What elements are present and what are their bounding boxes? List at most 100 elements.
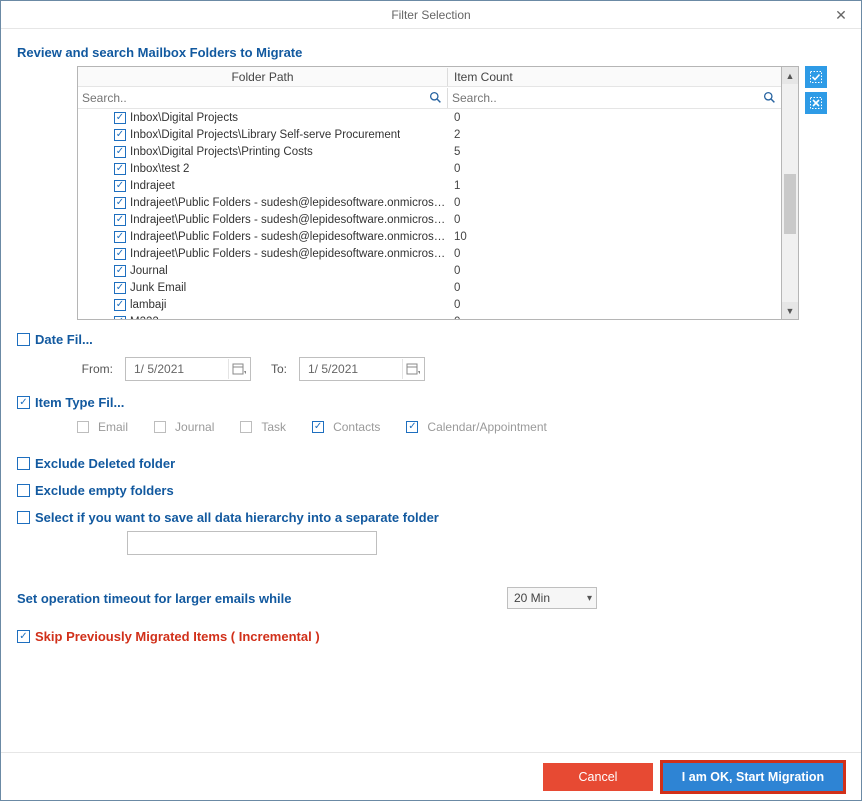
item-types-row: Email Journal Task Contacts Calendar/App… [77,420,845,434]
svg-text:▾: ▾ [244,370,246,376]
table-row[interactable]: Inbox\Digital Projects\Library Self-serv… [78,126,781,143]
save-hierarchy-label: Select if you want to save all data hier… [35,510,439,525]
exclude-empty-label: Exclude empty folders [35,483,174,498]
to-label: To: [263,362,287,376]
svg-text:▾: ▾ [418,370,420,376]
table-row[interactable]: Junk Email0 [78,279,781,296]
folder-path-text: Indrajeet\Public Folders - sudesh@lepide… [130,231,448,243]
search-item-count[interactable] [448,88,781,108]
timeout-value: 20 Min [514,591,550,605]
folder-path-text: Inbox\Digital Projects\Library Self-serv… [130,129,400,141]
scroll-track[interactable] [782,84,798,302]
table-row[interactable]: Inbox\Digital Projects0 [78,109,781,126]
table-row[interactable]: Indrajeet\Public Folders - sudesh@lepide… [78,211,781,228]
grid-body: Inbox\Digital Projects0Inbox\Digital Pro… [78,109,781,319]
hierarchy-folder-input[interactable] [127,531,377,555]
search-folder-path[interactable] [78,88,447,108]
journal-checkbox[interactable] [154,421,166,433]
row-checkbox[interactable] [114,214,126,226]
folder-path-text: Inbox\test 2 [130,163,189,175]
table-row[interactable]: Inbox\Digital Projects\Printing Costs5 [78,143,781,160]
search-icon[interactable] [429,91,443,105]
vertical-scrollbar[interactable]: ▲ ▼ [782,66,799,320]
row-checkbox[interactable] [114,248,126,260]
timeout-select[interactable]: 20 Min ▾ [507,587,597,609]
row-checkbox[interactable] [114,265,126,277]
folder-path-text: M222 [130,316,159,320]
search-icon[interactable] [763,91,777,105]
table-row[interactable]: Indrajeet\Public Folders - sudesh@lepide… [78,194,781,211]
skip-migrated-checkbox[interactable] [17,630,30,643]
table-row[interactable]: Journal0 [78,262,781,279]
cell-folder-path: Inbox\test 2 [78,163,448,175]
row-checkbox[interactable] [114,299,126,311]
side-actions [805,66,827,114]
cell-folder-path: Inbox\Digital Projects [78,112,448,124]
from-label: From: [77,362,113,376]
row-checkbox[interactable] [114,180,126,192]
cell-folder-path: Indrajeet\Public Folders - sudesh@lepide… [78,231,448,243]
folder-path-text: Junk Email [130,282,186,294]
folder-path-text: Indrajeet [130,180,175,192]
folder-grid: Folder Path Item Count Inbox\Digital [77,66,782,320]
grid-filter-row [78,87,781,109]
deselect-all-button[interactable] [805,92,827,114]
folder-path-text: Inbox\Digital Projects\Printing Costs [130,146,313,158]
scroll-up-button[interactable]: ▲ [782,67,798,84]
filter-count-cell [448,88,781,108]
cell-folder-path: Indrajeet [78,180,448,192]
scroll-down-button[interactable]: ▼ [782,302,798,319]
item-type-filter-checkbox[interactable] [17,396,30,409]
to-date-input[interactable]: 1/ 5/2021 ▾ [299,357,425,381]
cell-item-count: 0 [448,163,781,175]
type-task: Task [240,420,286,434]
task-label: Task [261,420,286,434]
save-hierarchy-checkbox[interactable] [17,511,30,524]
folder-path-text: Indrajeet\Public Folders - sudesh@lepide… [130,197,448,209]
header-folder-path[interactable]: Folder Path [78,68,448,86]
cell-item-count: 0 [448,214,781,226]
table-row[interactable]: M2220 [78,313,781,319]
row-checkbox[interactable] [114,197,126,209]
table-row[interactable]: Indrajeet\Public Folders - sudesh@lepide… [78,228,781,245]
row-checkbox[interactable] [114,231,126,243]
date-filter-checkbox[interactable] [17,333,30,346]
task-checkbox[interactable] [240,421,252,433]
grid-header: Folder Path Item Count [78,67,781,87]
row-checkbox[interactable] [114,163,126,175]
select-all-button[interactable] [805,66,827,88]
table-row[interactable]: Inbox\test 2 0 [78,160,781,177]
email-label: Email [98,420,128,434]
from-date-input[interactable]: 1/ 5/2021 ▾ [125,357,251,381]
table-row[interactable]: Indrajeet\Public Folders - sudesh@lepide… [78,245,781,262]
cell-folder-path: lambaji [78,299,448,311]
exclude-deleted-checkbox[interactable] [17,457,30,470]
exclude-empty-option: Exclude empty folders [17,483,845,498]
cell-folder-path: Journal [78,265,448,277]
skip-migrated-option: Skip Previously Migrated Items ( Increme… [17,629,845,644]
calendar-icon[interactable]: ▾ [228,359,248,379]
timeout-row: Set operation timeout for larger emails … [17,587,845,609]
row-checkbox[interactable] [114,282,126,294]
header-item-count[interactable]: Item Count [448,68,781,86]
row-checkbox[interactable] [114,316,126,320]
table-row[interactable]: lambaji0 [78,296,781,313]
row-checkbox[interactable] [114,146,126,158]
table-row[interactable]: Indrajeet1 [78,177,781,194]
start-migration-button[interactable]: I am OK, Start Migration [663,763,843,791]
contacts-checkbox[interactable] [312,421,324,433]
email-checkbox[interactable] [77,421,89,433]
row-checkbox[interactable] [114,112,126,124]
close-button[interactable]: ✕ [827,5,855,25]
cell-folder-path: Inbox\Digital Projects\Printing Costs [78,146,448,158]
exclude-empty-checkbox[interactable] [17,484,30,497]
scroll-thumb[interactable] [784,174,796,234]
cancel-button[interactable]: Cancel [543,763,653,791]
content: Review and search Mailbox Folders to Mig… [1,29,861,656]
type-email: Email [77,420,128,434]
contacts-label: Contacts [333,420,380,434]
review-title: Review and search Mailbox Folders to Mig… [17,45,845,60]
calendar-checkbox[interactable] [406,421,418,433]
calendar-icon[interactable]: ▾ [402,359,422,379]
row-checkbox[interactable] [114,129,126,141]
